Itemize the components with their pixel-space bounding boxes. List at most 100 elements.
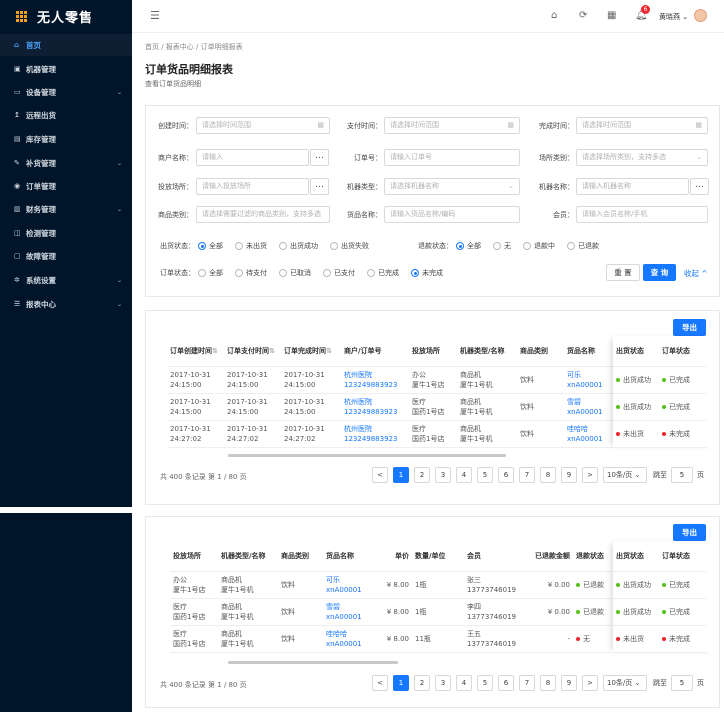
prev-page-button[interactable]: < xyxy=(372,467,388,483)
sidebar-item-9[interactable]: ▢ 故障管理 xyxy=(0,245,132,267)
column-header[interactable]: 商品类别 xyxy=(278,541,323,572)
page-button[interactable]: 3 xyxy=(435,467,451,483)
sidebar-item-7[interactable]: ▥ 财务管理 ⌄ xyxy=(0,198,132,220)
page-button[interactable]: 5 xyxy=(477,467,493,483)
page-button[interactable]: 8 xyxy=(540,675,556,691)
page-button[interactable]: 7 xyxy=(519,675,535,691)
more-button[interactable]: … xyxy=(310,178,329,195)
order-no-input[interactable]: 请输入订单号 xyxy=(384,149,520,166)
page-button[interactable]: 2 xyxy=(414,675,430,691)
sidebar-item-6[interactable]: ◉ 订单管理 xyxy=(0,175,132,197)
horizontal-scrollbar[interactable] xyxy=(228,454,506,457)
column-header[interactable]: 订单完成时间⇅ xyxy=(281,336,341,367)
collapse-link[interactable]: 收起 ^ xyxy=(684,268,708,279)
table-cell[interactable]: 雪碧 xnA00001 xyxy=(564,393,618,421)
more-button[interactable]: … xyxy=(690,178,709,195)
more-button[interactable]: … xyxy=(310,149,329,166)
page-button[interactable]: 6 xyxy=(498,467,514,483)
goods-name-input[interactable]: 请输入货品名称/编码 xyxy=(384,206,520,223)
sidebar-item-3[interactable]: ↥ 远程出货 xyxy=(0,104,132,126)
column-header[interactable]: 机器类型/名称 xyxy=(457,336,517,367)
sidebar-item-11[interactable]: ☰ 报表中心 ⌄ xyxy=(0,293,132,315)
sidebar-item-8[interactable]: ◫ 检测管理 xyxy=(0,222,132,244)
column-header[interactable]: 数量/单位 xyxy=(412,541,464,572)
order-status-option[interactable]: 全部 xyxy=(198,268,223,278)
create-time-input[interactable]: 请选择时间范围 ▦ xyxy=(196,117,330,134)
refund-status-option[interactable]: 无 xyxy=(493,241,511,251)
user-name-dropdown[interactable]: 黄晓燕 ⌄ xyxy=(659,12,688,22)
ship-status-option[interactable]: 全部 xyxy=(198,241,223,251)
ship-status-option[interactable]: 出货成功 xyxy=(279,241,318,251)
refund-status-option[interactable]: 退款中 xyxy=(523,241,555,251)
sidebar-item-0[interactable]: ⌂ 首页 xyxy=(0,34,132,56)
sidebar-item-10[interactable]: ✲ 系统设置 ⌄ xyxy=(0,269,132,291)
avatar[interactable] xyxy=(694,9,707,22)
page-size-select[interactable]: 10条/页 ⌄ xyxy=(603,675,647,691)
prev-page-button[interactable]: < xyxy=(372,675,388,691)
export-button-2[interactable]: 导出 xyxy=(673,524,706,541)
goods-type-input[interactable]: 请选择需要过滤的商品类别，支持多选 xyxy=(196,206,330,223)
column-header[interactable]: 出货状态 xyxy=(613,541,659,572)
column-header[interactable]: 订单状态 xyxy=(659,541,707,572)
query-button[interactable]: 查 询 xyxy=(643,264,676,281)
column-header[interactable]: 机器类型/名称 xyxy=(218,541,278,572)
table-cell[interactable]: 可乐 xnA00001 xyxy=(564,366,618,394)
export-button[interactable]: 导出 xyxy=(673,319,706,336)
machine-type-input[interactable]: 请选择机器名称 ⌄ xyxy=(384,178,520,195)
jump-input[interactable]: 5 xyxy=(671,467,693,483)
machine-name-input[interactable]: 请输入机器名称 xyxy=(576,178,689,195)
column-header[interactable]: 已退款金额 xyxy=(519,541,573,572)
sidebar-item-5[interactable]: ✎ 补货管理 ⌄ xyxy=(0,152,132,174)
order-status-option[interactable]: 待支付 xyxy=(235,268,267,278)
column-header[interactable]: 投放场所 xyxy=(170,541,218,572)
next-page-button[interactable]: > xyxy=(582,467,598,483)
page-button[interactable]: 5 xyxy=(477,675,493,691)
jump-input[interactable]: 5 xyxy=(671,675,693,691)
column-header[interactable]: 订单支付时间⇅ xyxy=(224,336,281,367)
column-header[interactable]: 货品名称 xyxy=(564,336,618,367)
page-button[interactable]: 2 xyxy=(414,467,430,483)
done-time-input[interactable]: 请选择时间范围 ▦ xyxy=(576,117,708,134)
apps-icon[interactable]: ▦ xyxy=(607,10,616,21)
column-header[interactable]: 商户/订单号 xyxy=(341,336,409,367)
member-input[interactable]: 请输入会员名称/手机 xyxy=(576,206,708,223)
column-header[interactable]: 订单创建时间⇅ xyxy=(167,336,224,367)
next-page-button[interactable]: > xyxy=(582,675,598,691)
sidebar-item-2[interactable]: ▭ 设备管理 ⌄ xyxy=(0,81,132,103)
ship-status-option[interactable]: 出货失败 xyxy=(330,241,369,251)
table-cell[interactable]: 杭州医院 123249883923 xyxy=(341,420,409,448)
column-header[interactable]: 订单状态 xyxy=(659,336,707,367)
menu-toggle-icon[interactable]: ☰ xyxy=(150,9,160,22)
column-header[interactable]: 商品类别 xyxy=(517,336,564,367)
merchant-input[interactable]: 请输入 xyxy=(196,149,309,166)
pay-time-input[interactable]: 请选择时间范围 ▦ xyxy=(384,117,520,134)
column-header[interactable]: 单价 xyxy=(377,541,412,572)
table-cell[interactable]: 雪碧 xnA00001 xyxy=(323,598,377,626)
table-cell[interactable]: 杭州医院 123249883923 xyxy=(341,366,409,394)
table-cell[interactable]: 可乐 xnA00001 xyxy=(323,571,377,599)
horizontal-scrollbar[interactable] xyxy=(228,661,398,664)
order-status-option[interactable]: 已取消 xyxy=(279,268,311,278)
page-button[interactable]: 9 xyxy=(561,675,577,691)
ship-status-option[interactable]: 未出货 xyxy=(235,241,267,251)
page-button[interactable]: 4 xyxy=(456,467,472,483)
column-header[interactable]: 出货状态 xyxy=(613,336,659,367)
order-status-option[interactable]: 未完成 xyxy=(411,268,443,278)
column-header[interactable]: 退款状态 xyxy=(573,541,611,572)
refund-status-option[interactable]: 全部 xyxy=(456,241,481,251)
sidebar-item-4[interactable]: ▤ 库存管理 xyxy=(0,128,132,150)
page-button[interactable]: 7 xyxy=(519,467,535,483)
page-button[interactable]: 6 xyxy=(498,675,514,691)
page-button[interactable]: 4 xyxy=(456,675,472,691)
table-cell[interactable]: 哇哈哈 xnA00001 xyxy=(323,625,377,653)
reset-button[interactable]: 重 置 xyxy=(606,264,640,281)
page-button[interactable]: 8 xyxy=(540,467,556,483)
column-header[interactable]: 会员 xyxy=(464,541,519,572)
column-header[interactable]: 货品名称 xyxy=(323,541,377,572)
column-header[interactable]: 投放场所 xyxy=(409,336,457,367)
home-icon[interactable]: ⌂ xyxy=(551,10,557,21)
page-button[interactable]: 1 xyxy=(393,675,409,691)
venue-input[interactable]: 请输入投放场所 xyxy=(196,178,309,195)
page-button[interactable]: 3 xyxy=(435,675,451,691)
refund-status-option[interactable]: 已退款 xyxy=(567,241,599,251)
